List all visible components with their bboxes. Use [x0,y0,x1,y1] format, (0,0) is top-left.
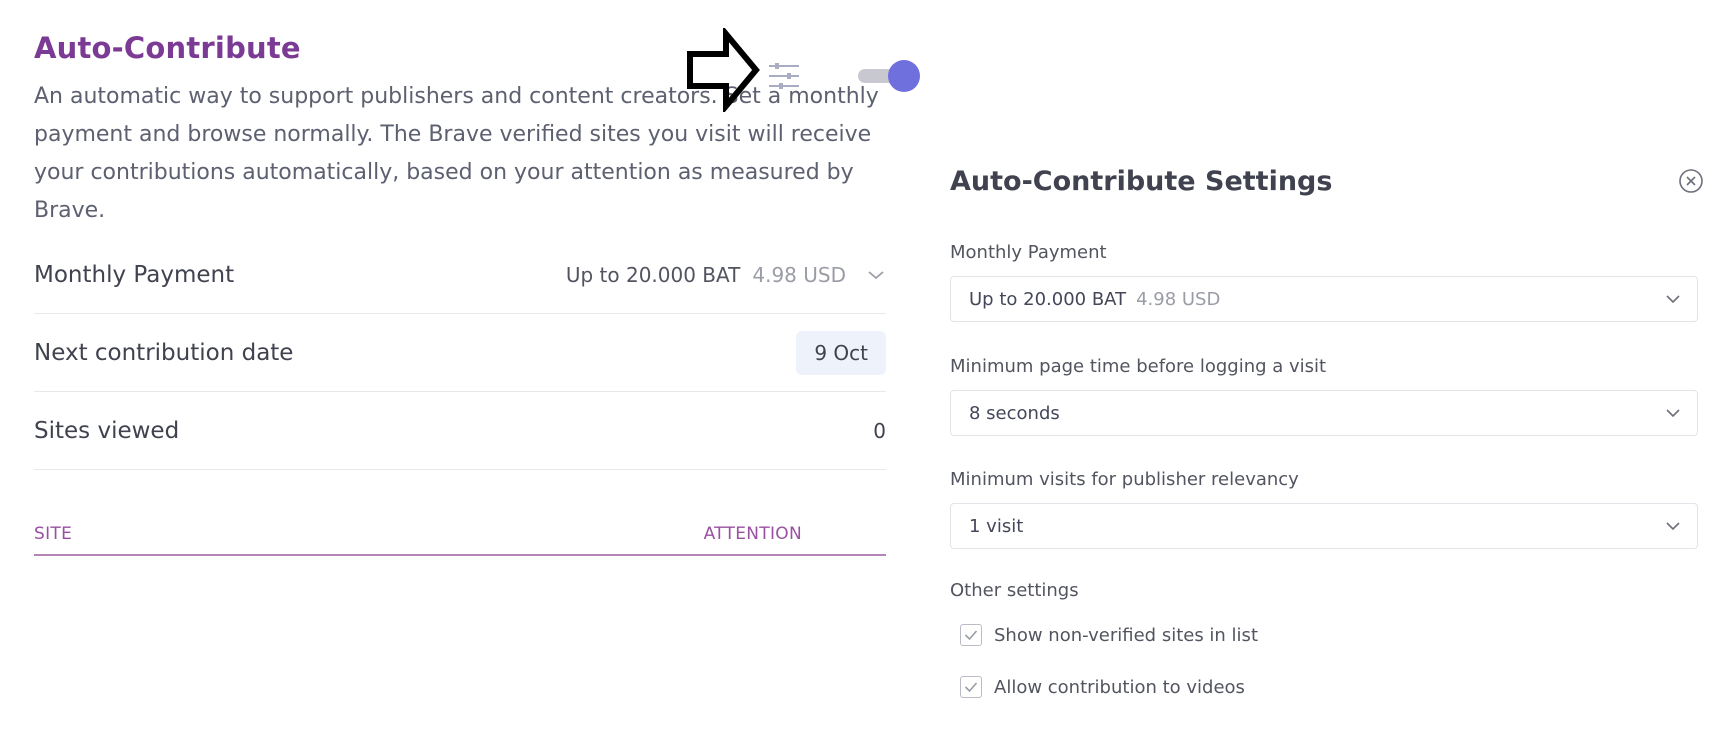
toggle-knob [888,60,920,92]
settings-sliders-icon[interactable] [767,60,801,92]
checkmark-icon [964,630,978,641]
chevron-down-icon [1666,409,1680,418]
next-contribution-row: Next contribution date 9 Oct [34,314,886,392]
monthly-payment-field: Monthly Payment Up to 20.000 BAT 4.98 USD [950,240,1698,322]
arrow-right-icon [687,28,760,112]
min-visits-value: 1 visit [969,515,1024,537]
min-visits-field: Minimum visits for publisher relevancy 1… [950,467,1698,549]
show-non-verified-checkbox-row[interactable]: Show non-verified sites in list [960,624,1258,646]
min-page-time-field: Minimum page time before logging a visit… [950,354,1698,436]
show-non-verified-label: Show non-verified sites in list [994,624,1258,646]
sites-viewed-row: Sites viewed 0 [34,392,886,470]
auto-contribute-toggle[interactable] [858,60,920,92]
min-page-time-select[interactable]: 8 seconds [950,390,1698,436]
min-visits-select[interactable]: 1 visit [950,503,1698,549]
monthly-payment-usd: 4.98 USD [752,262,846,287]
next-contribution-label: Next contribution date [34,339,294,366]
checkmark-icon [964,682,978,693]
other-settings-label: Other settings [950,580,1079,601]
auto-contribute-settings-panel: Auto-Contribute Settings Monthly Payment… [950,164,1698,698]
chevron-down-icon [1666,522,1680,531]
sites-table-header: SITE ATTENTION [34,514,886,556]
sites-viewed-label: Sites viewed [34,417,180,444]
column-header-attention[interactable]: ATTENTION [704,524,802,544]
monthly-payment-dropdown[interactable]: Up to 20.000 BAT 4.98 USD [566,263,886,287]
column-header-site[interactable]: SITE [34,524,72,544]
min-page-time-label: Minimum page time before logging a visit [950,356,1327,377]
allow-videos-checkbox-row[interactable]: Allow contribution to videos [960,676,1245,698]
monthly-payment-value: Up to 20.000 BAT [565,262,741,287]
auto-contribute-panel: Auto-Contribute An automatic way to supp… [34,28,920,556]
next-contribution-date-badge: 9 Oct [796,330,886,375]
auto-contribute-summary: Monthly Payment Up to 20.000 BAT 4.98 US… [34,236,886,470]
chevron-down-icon [868,270,884,279]
allow-videos-label: Allow contribution to videos [994,676,1245,698]
monthly-payment-row[interactable]: Monthly Payment Up to 20.000 BAT 4.98 US… [34,236,886,314]
monthly-payment-select-value: Up to 20.000 BAT [969,288,1127,310]
sites-viewed-count: 0 [873,418,886,443]
chevron-down-icon [1666,295,1680,304]
allow-videos-checkbox[interactable] [960,676,982,698]
show-non-verified-checkbox[interactable] [960,624,982,646]
monthly-payment-field-label: Monthly Payment [950,242,1107,263]
monthly-payment-select[interactable]: Up to 20.000 BAT 4.98 USD [950,276,1698,322]
min-page-time-value: 8 seconds [969,402,1060,424]
settings-title: Auto-Contribute Settings [950,166,1333,197]
min-visits-label: Minimum visits for publisher relevancy [950,469,1299,490]
monthly-payment-select-usd: 4.98 USD [1136,288,1221,310]
monthly-payment-label: Monthly Payment [34,261,235,288]
